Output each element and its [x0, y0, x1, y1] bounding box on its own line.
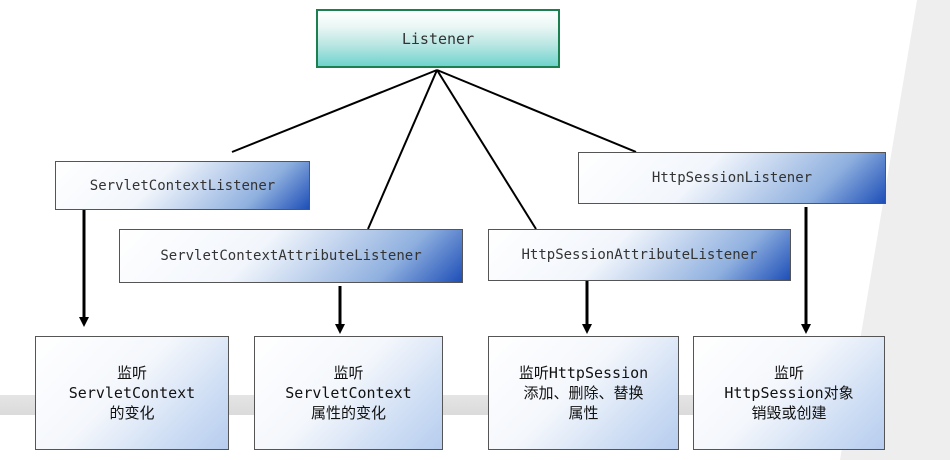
servlet-context-attribute-listener-label: ServletContextAttributeListener [160, 248, 422, 264]
listener-root-node: Listener [316, 9, 560, 68]
listener-root-label: Listener [401, 29, 475, 48]
http-session-attribute-change-node: 监听HttpSession 添加、删除、替换 属性 [488, 336, 679, 450]
http-session-lifecycle-line2: HttpSession对象 [724, 384, 854, 402]
http-session-attribute-change-line2: 添加、删除、替换 [523, 384, 644, 402]
http-session-listener-label: HttpSessionListener [651, 170, 813, 186]
http-session-attribute-change-line1: 监听HttpSession [518, 364, 649, 382]
http-session-lifecycle-node: 监听 HttpSession对象 销毁或创建 [693, 336, 885, 450]
http-session-attribute-listener-label: HttpSessionAttributeListener [521, 247, 758, 263]
servlet-context-attribute-change-node: 监听 ServletContext 属性的变化 [254, 336, 443, 450]
servlet-context-change-line3: 的变化 [109, 404, 155, 422]
servlet-context-attribute-change-line1: 监听 [333, 364, 364, 382]
connector-root-to-http-session-attribute-listener [436, 69, 537, 230]
servlet-context-attribute-change-line2: ServletContext [285, 384, 412, 402]
connector-root-to-http-session-listener [436, 69, 637, 153]
servlet-context-attribute-listener-node: ServletContextAttributeListener [119, 229, 463, 283]
http-session-lifecycle-line3: 销毁或创建 [751, 404, 827, 422]
servlet-context-attribute-change-line3: 属性的变化 [310, 404, 386, 422]
http-session-lifecycle-line1: 监听 [773, 364, 804, 382]
servlet-context-change-line1: 监听 [116, 364, 147, 382]
http-session-attribute-change-line3: 属性 [568, 404, 599, 422]
servlet-context-change-node: 监听 ServletContext 的变化 [35, 336, 229, 450]
http-session-listener-node: HttpSessionListener [578, 152, 886, 204]
http-session-attribute-listener-node: HttpSessionAttributeListener [488, 229, 791, 281]
servlet-context-listener-node: ServletContextListener [55, 161, 310, 210]
servlet-context-change-line2: ServletContext [68, 384, 196, 402]
servlet-context-listener-label: ServletContextListener [89, 177, 276, 194]
